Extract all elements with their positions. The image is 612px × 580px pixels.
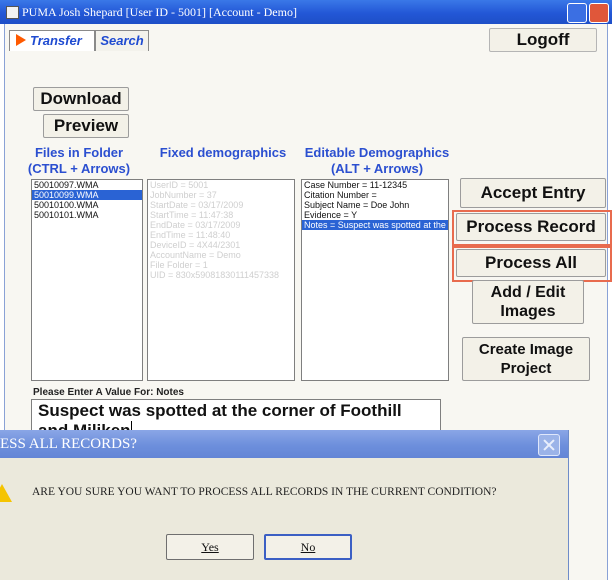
- editable-list-item[interactable]: Evidence = Y: [302, 210, 448, 220]
- title-bar: PUMA Josh Shepard [User ID - 5001] [Acco…: [0, 0, 612, 24]
- editable-list-item[interactable]: Subject Name = Doe John: [302, 200, 448, 210]
- fixed-list-item: EndDate = 03/17/2009: [150, 220, 241, 230]
- logoff-button[interactable]: Logoff: [489, 28, 597, 52]
- files-header: Files in Folder (CTRL + Arrows): [27, 145, 131, 176]
- create-image-project-button[interactable]: Create Image Project: [462, 337, 590, 381]
- editable-list-item-selected[interactable]: Notes = Suspect was spotted at the co: [302, 220, 448, 230]
- minimize-icon[interactable]: [567, 3, 587, 23]
- app-icon: [6, 6, 19, 19]
- tab-transfer[interactable]: Transfer: [9, 30, 95, 51]
- fixed-list-item: JobNumber = 37: [150, 190, 217, 200]
- yes-button-label: Yes: [201, 540, 219, 554]
- file-list-item[interactable]: 50010100.WMA: [32, 200, 142, 210]
- fixed-list-item: UserID = 5001: [150, 180, 209, 190]
- no-button-label: No: [300, 540, 316, 554]
- dialog-title-bar: ESS ALL RECORDS?: [0, 430, 568, 458]
- fixed-list-item: File Folder = 1: [150, 260, 208, 270]
- window-title: PUMA Josh Shepard [User ID - 5001] [Acco…: [22, 5, 297, 19]
- process-all-button[interactable]: Process All: [456, 249, 606, 277]
- close-icon[interactable]: [589, 3, 609, 23]
- files-listbox[interactable]: 50010097.WMA 50010099.WMA 50010100.WMA 5…: [31, 179, 143, 381]
- dialog-title: ESS ALL RECORDS?: [0, 436, 137, 452]
- tab-search[interactable]: Search: [95, 30, 149, 51]
- file-list-item-selected[interactable]: 50010099.WMA: [32, 190, 142, 200]
- fixed-demographics-header: Fixed demographics: [159, 145, 287, 160]
- tab-transfer-label: Transfer: [30, 33, 82, 48]
- no-button[interactable]: No: [264, 534, 352, 560]
- yes-button[interactable]: Yes: [166, 534, 254, 560]
- notes-prompt-label: Please Enter A Value For: Notes: [33, 387, 184, 398]
- dialog-message: ARE YOU SURE YOU WANT TO PROCESS ALL REC…: [32, 486, 497, 498]
- fixed-list-item: StartDate = 03/17/2009: [150, 200, 244, 210]
- confirm-dialog: ESS ALL RECORDS? ARE YOU SURE YOU WANT T…: [0, 430, 569, 580]
- arrow-right-icon: [16, 34, 26, 46]
- preview-button[interactable]: Preview: [43, 114, 129, 138]
- add-edit-images-button[interactable]: Add / Edit Images: [472, 280, 584, 324]
- fixed-list-item: StartTime = 11:47:38: [150, 210, 234, 220]
- editable-list-item[interactable]: Citation Number =: [302, 190, 448, 200]
- dialog-close-icon[interactable]: [538, 434, 560, 456]
- file-list-item[interactable]: 50010097.WMA: [32, 180, 142, 190]
- accept-entry-button[interactable]: Accept Entry: [460, 178, 606, 208]
- fixed-list-item: UID = 830x59081830111457338: [150, 270, 280, 280]
- file-list-item[interactable]: 50010101.WMA: [32, 210, 142, 220]
- fixed-list-item: DeviceID = 4X44/2301: [150, 240, 241, 250]
- editable-demographics-header: Editable Demographics (ALT + Arrows): [304, 145, 450, 176]
- editable-list-item[interactable]: Case Number = 11-12345: [302, 180, 448, 190]
- fixed-list-item: AccountName = Demo: [150, 250, 241, 260]
- download-button[interactable]: Download: [33, 87, 129, 111]
- warning-icon: [0, 484, 12, 502]
- process-record-button[interactable]: Process Record: [456, 213, 606, 241]
- fixed-list-item: EndTime = 11:48:40: [150, 230, 231, 240]
- editable-demographics-listbox[interactable]: Case Number = 11-12345 Citation Number =…: [301, 179, 449, 381]
- tab-search-label: Search: [100, 33, 144, 48]
- fixed-demographics-listbox: UserID = 5001 JobNumber = 37 StartDate =…: [147, 179, 295, 381]
